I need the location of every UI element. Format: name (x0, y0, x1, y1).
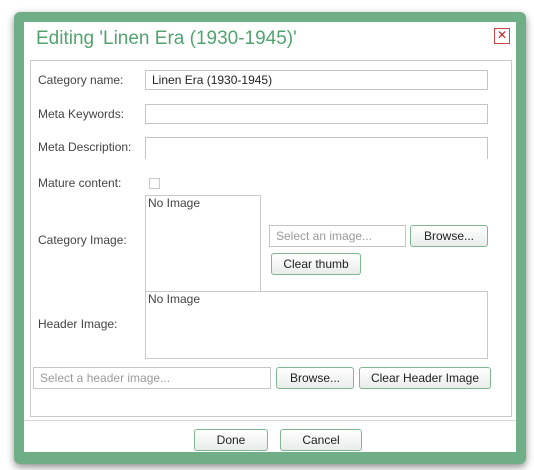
header-image-preview: No Image (145, 291, 488, 359)
category-image-input[interactable]: Select an image... (269, 225, 406, 247)
dialog-frame: Editing 'Linen Era (1930-1945)' ✕ Catego… (14, 12, 526, 464)
cancel-button[interactable]: Cancel (280, 429, 362, 451)
category-name-label: Category name: (38, 73, 124, 87)
close-icon[interactable]: ✕ (494, 28, 510, 44)
category-image-no-image-text: No Image (148, 196, 201, 210)
header-image-label: Header Image: (38, 317, 118, 331)
meta-description-label: Meta Description: (38, 140, 132, 154)
dialog-title: Editing 'Linen Era (1930-1945)' (36, 28, 297, 49)
browse-header-image-button[interactable]: Browse... (276, 367, 354, 389)
meta-keywords-label: Meta Keywords: (38, 107, 125, 121)
form-panel: Category name: Linen Era (1930-1945) Met… (30, 60, 512, 417)
header-image-input[interactable]: Select a header image... (33, 367, 271, 389)
category-name-input[interactable]: Linen Era (1930-1945) (145, 70, 488, 90)
mature-content-checkbox[interactable] (149, 178, 160, 189)
category-image-label: Category Image: (38, 233, 127, 247)
browse-category-image-button[interactable]: Browse... (410, 225, 488, 247)
category-image-preview: No Image (145, 195, 261, 291)
edit-category-dialog: Editing 'Linen Era (1930-1945)' ✕ Catego… (24, 22, 516, 452)
header-image-no-image-text: No Image (148, 292, 201, 306)
meta-keywords-input[interactable] (145, 104, 488, 124)
done-button[interactable]: Done (194, 429, 268, 451)
meta-description-input[interactable] (145, 137, 488, 159)
mature-content-label: Mature content: (38, 176, 122, 190)
footer-divider (24, 420, 516, 421)
clear-header-image-button[interactable]: Clear Header Image (359, 367, 491, 389)
clear-thumb-button[interactable]: Clear thumb (271, 253, 361, 275)
